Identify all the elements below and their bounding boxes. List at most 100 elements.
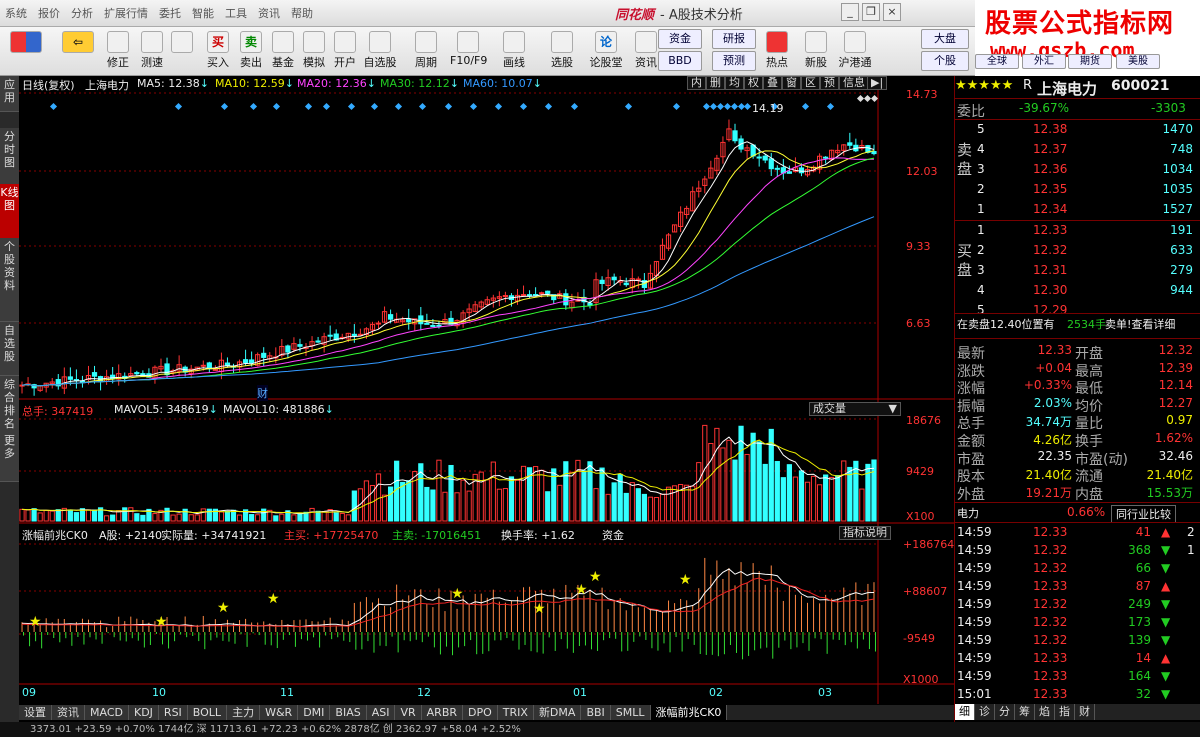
toolbar-screen-button[interactable]: 选股 xyxy=(544,29,580,74)
quote-tab-0[interactable]: 细 xyxy=(955,704,975,720)
quote-tab-5[interactable]: 指 xyxy=(1055,704,1075,720)
toolbar-btn-3[interactable]: 预测 xyxy=(712,51,756,71)
finance-marker[interactable]: 财 xyxy=(257,385,268,401)
kline-tab-2[interactable]: 均 xyxy=(725,76,744,90)
chart-area[interactable]: ★ ★ ★ ★ ★ ★ ★ ★ ★ 日线(复权) 上海电力 MA5: 12.38↓ MA10: … xyxy=(19,76,954,704)
kline-tab-0[interactable]: 内 xyxy=(687,76,706,90)
kline-tab-7[interactable]: 预 xyxy=(820,76,839,90)
toolbar-lun-button[interactable]: 论论股堂 xyxy=(588,29,624,74)
market-tab-1[interactable]: 外汇 xyxy=(1022,54,1066,69)
kline-chart-svg[interactable]: ★ ★★★ ★★★★ ★ xyxy=(19,76,954,704)
indicator-tab-18[interactable]: 涨幅前兆CK0 xyxy=(650,705,728,720)
stat-value: 12.27 xyxy=(1158,395,1193,410)
toolbar-buy-button[interactable]: 买买入 xyxy=(200,29,236,74)
toolbar-ssehk-button[interactable]: 沪港通 xyxy=(836,29,874,74)
indicator-tab-12[interactable]: ARBR xyxy=(421,705,464,720)
menu-item-8[interactable]: 帮助 xyxy=(286,0,319,21)
indicator-tab-14[interactable]: TRIX xyxy=(497,705,534,720)
toolbar-hot-button[interactable]: 热点 xyxy=(758,29,796,74)
toolbar-sell-button[interactable]: 卖卖出 xyxy=(233,29,269,74)
menu-item-2[interactable]: 分析 xyxy=(66,0,99,21)
quote-tab-2[interactable]: 分 xyxy=(995,704,1015,720)
menu-item-1[interactable]: 报价 xyxy=(33,0,66,21)
toolbar-pen-button[interactable]: 画线 xyxy=(496,29,532,74)
indicator-tab-6[interactable]: 主力 xyxy=(227,705,261,720)
indicator-tab-9[interactable]: BIAS xyxy=(330,705,367,720)
volume-bar xyxy=(774,461,780,522)
kline-tab-6[interactable]: 区 xyxy=(801,76,820,90)
toolbar-btn-1[interactable]: 研报 xyxy=(712,29,756,49)
indicator-tab-1[interactable]: 资讯 xyxy=(52,705,85,720)
toolbar-up-down-button[interactable]: 修正 xyxy=(100,29,136,74)
compare-button[interactable]: 同行业比较 xyxy=(1111,505,1176,523)
indicator-tab-0[interactable]: 设置 xyxy=(19,705,52,720)
quote-tab-6[interactable]: 财 xyxy=(1075,704,1095,720)
indicator-tab-3[interactable]: KDJ xyxy=(128,705,159,720)
toolbar-back-arrow-button[interactable]: ⇦ xyxy=(56,29,100,74)
indicator-tab-13[interactable]: DPO xyxy=(463,705,498,720)
indicator-tab-8[interactable]: DMI xyxy=(298,705,331,720)
market-tab-3[interactable]: 美股 xyxy=(1116,54,1160,69)
indicator-help-button[interactable]: 指标说明 xyxy=(839,526,891,540)
arrow-down-icon: ▼ xyxy=(1161,597,1171,611)
toolbar-star-button[interactable]: 自选股 xyxy=(362,29,398,74)
indicator-tab-10[interactable]: ASI xyxy=(366,705,396,720)
minimize-icon[interactable]: _ xyxy=(841,3,859,21)
toolbar-label-16: 资讯 xyxy=(635,56,657,69)
sidebar-item-2[interactable]: K线图 xyxy=(0,184,19,240)
signal-star: ★ xyxy=(533,601,546,617)
sidebar-item-0[interactable]: 应用 xyxy=(0,76,19,112)
toolbar-btn-0[interactable]: 资金 xyxy=(658,29,702,49)
sidebar-item-3[interactable]: 个股资料 xyxy=(0,238,19,322)
kline-tab-1[interactable]: 删 xyxy=(706,76,725,90)
restore-icon[interactable]: ❐ xyxy=(862,3,880,21)
indicator-tab-15[interactable]: 新DMA xyxy=(533,705,582,720)
toolbar-f10-button[interactable]: F10/F9 xyxy=(450,29,487,74)
indicator-tab-11[interactable]: VR xyxy=(395,705,422,720)
kline-tab-8[interactable]: 信息 xyxy=(839,76,869,90)
sector-row[interactable]: 电力 0.66% 同行业比较 xyxy=(955,504,1200,523)
close-icon[interactable]: × xyxy=(883,3,901,21)
indicator-tab-17[interactable]: SMLL xyxy=(610,705,651,720)
indicator-tab-16[interactable]: BBI xyxy=(581,705,611,720)
indicator-tab-4[interactable]: RSI xyxy=(158,705,188,720)
candle-body xyxy=(200,364,206,367)
kline-tab-4[interactable]: 叠 xyxy=(763,76,782,90)
toolbar-grid-button[interactable] xyxy=(4,29,48,74)
volume-dropdown[interactable]: 成交量 ▼ xyxy=(809,402,901,416)
indicator-tab-7[interactable]: W&R xyxy=(260,705,299,720)
signal-diamond xyxy=(544,102,553,111)
toolbar-clock-button[interactable] xyxy=(164,29,200,74)
menu-item-7[interactable]: 资讯 xyxy=(253,0,286,21)
menu-item-5[interactable]: 智能 xyxy=(187,0,220,21)
menu-item-6[interactable]: 工具 xyxy=(220,0,253,21)
large-order-notice[interactable]: 在卖盘12.40位置有 2534手 卖单!查看详细 xyxy=(955,315,1200,333)
toolbar-lock-button[interactable]: 开户 xyxy=(327,29,363,74)
market-tab-2[interactable]: 期货 xyxy=(1068,54,1112,69)
market-btn-1[interactable]: 个股 xyxy=(921,51,969,71)
volume-bar xyxy=(140,514,146,522)
sidebar-item-1[interactable]: 分时图 xyxy=(0,128,19,186)
indicator-tab-2[interactable]: MACD xyxy=(85,705,129,720)
sidebar-item-4[interactable]: 自选股 xyxy=(0,322,19,376)
candle-body xyxy=(375,322,382,325)
play-icon[interactable]: ▶| xyxy=(867,76,888,90)
quote-tab-4[interactable]: 焰 xyxy=(1035,704,1055,720)
candle-body xyxy=(762,155,768,161)
quote-tab-3[interactable]: 筹 xyxy=(1015,704,1035,720)
kline-tab-5[interactable]: 窗 xyxy=(782,76,801,90)
market-btn-0[interactable]: 大盘 xyxy=(921,29,969,49)
market-tab-0[interactable]: 全球 xyxy=(975,54,1019,69)
sell-price: 12.38 xyxy=(1033,122,1068,136)
toolbar-newstock-button[interactable]: 新股 xyxy=(797,29,835,74)
menu-item-0[interactable]: 系统 xyxy=(0,0,33,21)
kline-tab-3[interactable]: 权 xyxy=(744,76,763,90)
toolbar-period-button[interactable]: 周期 xyxy=(408,29,444,74)
sidebar-item-5[interactable]: 综合排名 xyxy=(0,376,19,434)
toolbar-btn-2[interactable]: BBD xyxy=(658,51,702,71)
menu-item-3[interactable]: 扩展行情 xyxy=(99,0,154,21)
menu-item-4[interactable]: 委托 xyxy=(154,0,187,21)
quote-tab-1[interactable]: 诊 xyxy=(975,704,995,720)
indicator-tab-5[interactable]: BOLL xyxy=(187,705,228,720)
sidebar-item-6[interactable]: 更多 xyxy=(0,432,19,482)
